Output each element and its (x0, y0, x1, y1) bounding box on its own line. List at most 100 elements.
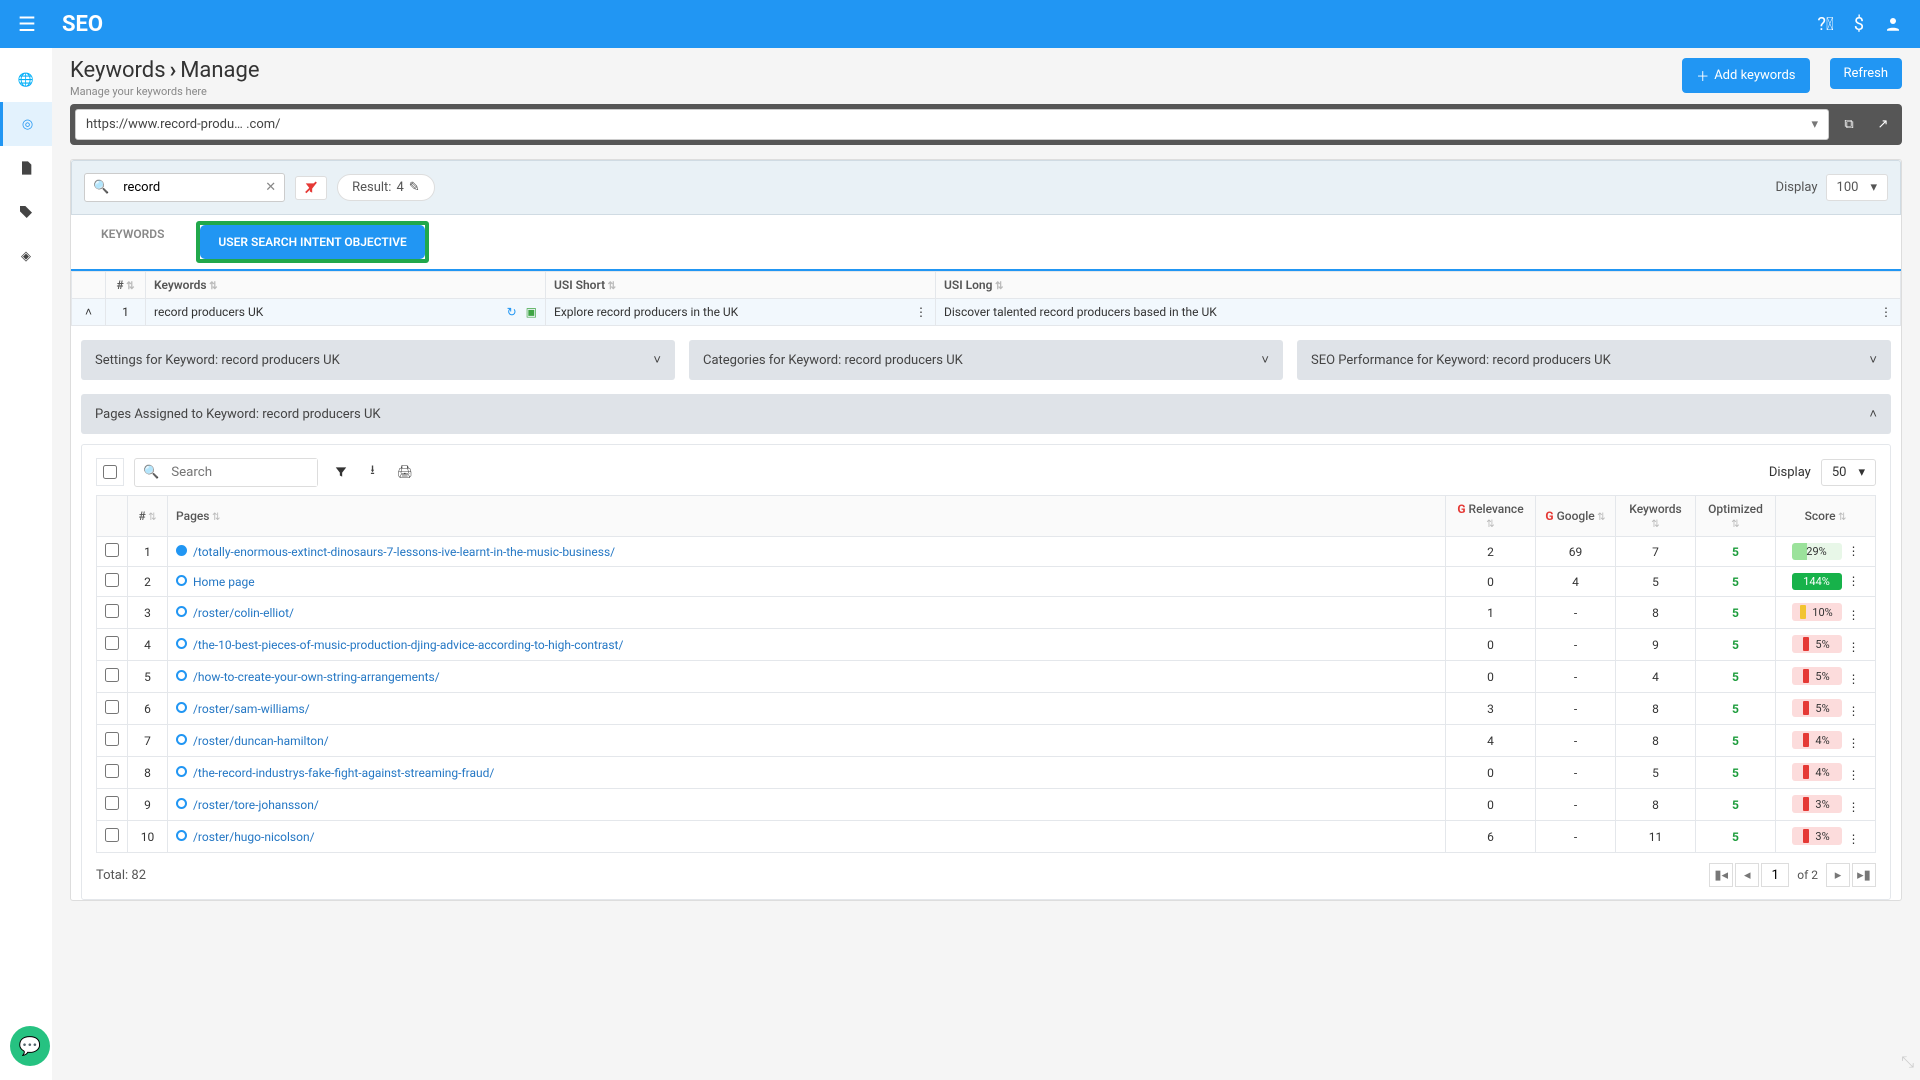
sidebar-item-layers[interactable]: ◈ (0, 234, 52, 278)
accordion-seo[interactable]: SEO Performance for Keyword: record prod… (1297, 340, 1891, 380)
row-actions-icon[interactable]: ⋮ (1847, 544, 1859, 558)
row-actions-icon[interactable]: ⋮ (1847, 640, 1859, 654)
display-count-select[interactable]: 100 ▾ (1826, 174, 1888, 201)
table-row[interactable]: 4 /the-10-best-pieces-of-music-productio… (97, 629, 1876, 661)
chat-fab-icon[interactable]: 💬 (10, 1026, 50, 1066)
col-score[interactable]: Score (1776, 496, 1876, 537)
col-pages[interactable]: Pages (168, 496, 1446, 537)
keyword-search-field[interactable] (117, 174, 257, 201)
edit-icon[interactable]: ✎ (409, 180, 420, 195)
row-actions-icon[interactable]: ⋮ (1847, 608, 1859, 622)
keyword-search-input[interactable]: 🔍 ✕ (84, 173, 285, 202)
refresh-button[interactable]: Refresh (1830, 58, 1902, 89)
expand-toggle-icon[interactable]: ˄ (72, 299, 106, 326)
pager-next-icon[interactable]: ▸ (1826, 863, 1850, 887)
table-row[interactable]: 2 Home page0455144% ⋮ (97, 567, 1876, 597)
row-actions-icon[interactable]: ⋮ (1847, 574, 1859, 588)
pager-first-icon[interactable]: ▮◂ (1709, 863, 1733, 887)
row-actions-icon[interactable]: ⋮ (1847, 672, 1859, 686)
page-row-checkbox[interactable] (105, 604, 119, 618)
pager-page-input[interactable] (1761, 863, 1789, 887)
page-row-checkbox[interactable] (105, 732, 119, 746)
page-url[interactable]: /roster/sam-williams/ (193, 702, 310, 716)
site-url-select[interactable]: https://www.record-produ… .com/ ▾ (75, 109, 1829, 140)
page-score-chip: 29% (1792, 543, 1842, 560)
page-row-checkbox[interactable] (105, 828, 119, 842)
pages-search-input[interactable]: 🔍 (134, 458, 318, 487)
row-actions-long-icon[interactable]: ⋮ (1880, 305, 1892, 319)
pager-prev-icon[interactable]: ◂ (1735, 863, 1759, 887)
sidebar-item-target[interactable]: ◎ (0, 102, 52, 146)
add-keywords-button[interactable]: ＋ Add keywords (1682, 58, 1809, 93)
col-relevance[interactable]: G Relevance (1446, 496, 1536, 537)
table-row[interactable]: 6 /roster/sam-williams/3-855% ⋮ (97, 693, 1876, 725)
pages-display-select[interactable]: 50 ▾ (1821, 459, 1876, 486)
row-actions-icon[interactable]: ⋮ (1847, 736, 1859, 750)
page-row-checkbox[interactable] (105, 573, 119, 587)
sidebar-item-tag[interactable] (0, 190, 52, 234)
page-url[interactable]: /roster/colin-elliot/ (193, 606, 294, 620)
row-actions-icon[interactable]: ⋮ (1847, 832, 1859, 846)
page-url[interactable]: Home page (193, 575, 255, 589)
col-num[interactable]: # (128, 496, 168, 537)
page-row-checkbox[interactable] (105, 636, 119, 650)
page-row-checkbox[interactable] (105, 700, 119, 714)
help-icon[interactable]: ?⃝ (1817, 14, 1834, 35)
page-url[interactable]: /how-to-create-your-own-string-arrangeme… (193, 670, 440, 684)
col-num[interactable]: # (106, 272, 146, 299)
crumb-keywords[interactable]: Keywords (70, 58, 166, 83)
table-row[interactable]: 9 /roster/tore-johansson/0-853% ⋮ (97, 789, 1876, 821)
row-actions-icon[interactable]: ⋮ (1847, 704, 1859, 718)
accordion-pages-assigned[interactable]: Pages Assigned to Keyword: record produc… (81, 394, 1891, 434)
pricing-icon[interactable]: $ (1854, 14, 1864, 35)
copy-icon[interactable]: ⧉ (1835, 111, 1863, 139)
page-url[interactable]: /the-10-best-pieces-of-music-production-… (193, 638, 623, 652)
tab-usi-objective[interactable]: USER SEARCH INTENT OBJECTIVE (200, 225, 424, 259)
col-google[interactable]: G Google (1536, 496, 1616, 537)
hamburger-icon[interactable]: ☰ (18, 12, 36, 36)
col-usi-short[interactable]: USI Short (546, 272, 936, 299)
page-url[interactable]: /the-record-industrys-fake-fight-against… (193, 766, 494, 780)
clear-search-icon[interactable]: ✕ (257, 180, 284, 195)
table-row[interactable]: 8 /the-record-industrys-fake-fight-again… (97, 757, 1876, 789)
row-actions-short-icon[interactable]: ⋮ (915, 305, 927, 319)
accordion-settings[interactable]: Settings for Keyword: record producers U… (81, 340, 675, 380)
page-url[interactable]: /roster/duncan-hamilton/ (193, 734, 329, 748)
table-row[interactable]: 7 /roster/duncan-hamilton/4-854% ⋮ (97, 725, 1876, 757)
row-actions-icon[interactable]: ⋮ (1847, 768, 1859, 782)
col-optimized[interactable]: Optimized (1696, 496, 1776, 537)
account-icon[interactable] (1884, 15, 1902, 33)
page-url[interactable]: /totally-enormous-extinct-dinosaurs-7-le… (193, 545, 615, 559)
pages-select-all-checkbox[interactable] (103, 465, 117, 479)
filter-icon[interactable] (328, 461, 354, 483)
page-row-checkbox[interactable] (105, 668, 119, 682)
sidebar-item-globe[interactable]: 🌐 (0, 58, 52, 102)
col-keywords[interactable]: Keywords (1616, 496, 1696, 537)
refresh-keyword-icon[interactable]: ↻ (507, 305, 517, 319)
tab-keywords[interactable]: KEYWORDS (87, 215, 178, 269)
page-url[interactable]: /roster/tore-johansson/ (193, 798, 319, 812)
pager-last-icon[interactable]: ▸▮ (1852, 863, 1876, 887)
sidebar-item-document[interactable] (0, 146, 52, 190)
col-usi-long[interactable]: USI Long (936, 272, 1901, 299)
pages-search-field[interactable] (167, 459, 317, 486)
open-external-icon[interactable]: ↗ (1869, 111, 1897, 139)
accordion-categories[interactable]: Categories for Keyword: record producers… (689, 340, 1283, 380)
resize-corner-icon: ⤡ (1901, 1052, 1914, 1072)
print-icon[interactable]: 🖨 (391, 461, 420, 484)
image-icon[interactable]: ▣ (526, 305, 537, 319)
page-row-checkbox[interactable] (105, 764, 119, 778)
filter-active-icon[interactable] (295, 176, 327, 200)
table-row[interactable]: 1 /totally-enormous-extinct-dinosaurs-7-… (97, 537, 1876, 567)
table-row[interactable]: 3 /roster/colin-elliot/1-8510% ⋮ (97, 597, 1876, 629)
row-actions-icon[interactable]: ⋮ (1847, 800, 1859, 814)
table-row[interactable]: 5 /how-to-create-your-own-string-arrange… (97, 661, 1876, 693)
page-row-checkbox[interactable] (105, 543, 119, 557)
col-keywords[interactable]: Keywords (146, 272, 546, 299)
table-row[interactable]: 10 /roster/hugo-nicolson/6-1153% ⋮ (97, 821, 1876, 853)
page-row-checkbox[interactable] (105, 796, 119, 810)
keyword-row[interactable]: ˄ 1 record producers UK ↻ ▣ Explore reco… (72, 299, 1901, 326)
page-status-icon (176, 545, 187, 556)
download-icon[interactable]: ⭳ (364, 457, 381, 487)
page-url[interactable]: /roster/hugo-nicolson/ (193, 830, 315, 844)
